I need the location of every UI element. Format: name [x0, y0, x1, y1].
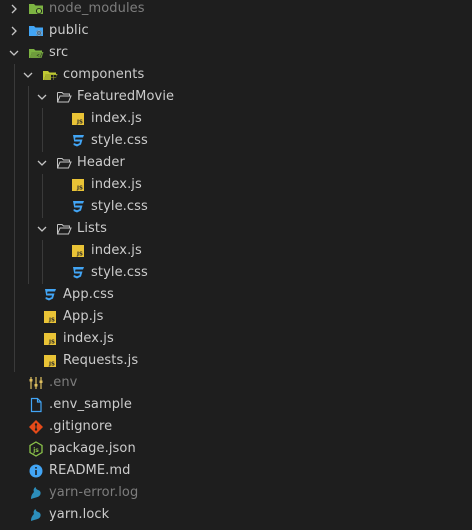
chevron-right-icon[interactable]	[9, 26, 19, 36]
js-file-icon: JS	[70, 177, 86, 193]
file-item-app-css[interactable]: App.css	[0, 284, 472, 306]
item-label: Lists	[77, 221, 107, 236]
chevron-down-icon[interactable]	[23, 70, 33, 80]
folder-item-lists[interactable]: Lists	[0, 218, 472, 240]
item-label: style.css	[91, 133, 148, 148]
item-label: App.js	[63, 309, 104, 324]
folder-item-header[interactable]: Header	[0, 152, 472, 174]
file-item-readme-md[interactable]: README.md	[0, 460, 472, 482]
item-label: FeaturedMovie	[77, 89, 175, 104]
info-icon	[28, 463, 44, 479]
folder-open-icon	[56, 221, 72, 237]
file-item-index-js[interactable]: JS index.js	[0, 108, 472, 130]
item-label: index.js	[63, 331, 114, 346]
file-item-style-css[interactable]: style.css	[0, 262, 472, 284]
nodejs-icon: js	[28, 441, 44, 457]
src-folder-icon: </>	[28, 45, 44, 61]
file-item-yarn-lock[interactable]: yarn.lock	[0, 504, 472, 526]
file-item-style-css[interactable]: style.css	[0, 130, 472, 152]
file-item-env-sample[interactable]: .env_sample	[0, 394, 472, 416]
js-file-icon: JS	[42, 331, 58, 347]
components-folder-icon	[42, 67, 58, 83]
folder-item-featuredmovie[interactable]: FeaturedMovie	[0, 86, 472, 108]
item-label: index.js	[91, 243, 142, 258]
item-label: .env_sample	[49, 397, 132, 412]
file-item-requests-js[interactable]: JS Requests.js	[0, 350, 472, 372]
item-label: .env	[49, 375, 78, 390]
svg-text:js: js	[32, 447, 39, 454]
folder-open-icon	[56, 155, 72, 171]
indent-guide	[42, 108, 43, 152]
yarn-icon	[28, 507, 44, 523]
chevron-down-icon[interactable]	[37, 224, 47, 234]
file-explorer-tree: node_modulespublic </> src components Featur…	[0, 0, 472, 526]
indent-guide	[42, 240, 43, 284]
svg-text:JS: JS	[76, 252, 83, 258]
folder-open-icon	[56, 89, 72, 105]
js-file-icon: JS	[70, 111, 86, 127]
item-label: style.css	[91, 199, 148, 214]
svg-text:</>: </>	[37, 53, 45, 59]
folder-item-node-modules[interactable]: node_modules	[0, 0, 472, 20]
item-label: yarn-error.log	[49, 485, 139, 500]
file-item-app-js[interactable]: JS App.js	[0, 306, 472, 328]
file-item-style-css[interactable]: style.css	[0, 196, 472, 218]
chevron-right-icon[interactable]	[9, 4, 19, 14]
file-item-gitignore[interactable]: .gitignore	[0, 416, 472, 438]
css-file-icon	[70, 133, 86, 149]
file-item-index-js[interactable]: JS index.js	[0, 174, 472, 196]
chevron-down-icon[interactable]	[9, 48, 19, 58]
svg-text:JS: JS	[48, 318, 55, 324]
svg-text:JS: JS	[76, 120, 83, 126]
yarn-icon	[28, 485, 44, 501]
public-folder-icon	[28, 23, 44, 39]
node-folder-icon	[28, 1, 44, 17]
folder-item-components[interactable]: components	[0, 64, 472, 86]
chevron-down-icon[interactable]	[37, 92, 47, 102]
file-item-env[interactable]: .env	[0, 372, 472, 394]
indent-guide	[28, 86, 29, 284]
item-label: package.json	[49, 441, 136, 456]
item-label: public	[49, 23, 89, 38]
indent-guide	[14, 64, 15, 372]
item-label: .gitignore	[49, 419, 113, 434]
item-label: index.js	[91, 111, 142, 126]
item-label: style.css	[91, 265, 148, 280]
item-label: src	[49, 45, 69, 60]
js-file-icon: JS	[42, 309, 58, 325]
env-file-icon	[28, 375, 44, 391]
svg-text:JS: JS	[76, 186, 83, 192]
file-item-index-js[interactable]: JS index.js	[0, 240, 472, 262]
file-item-yarn-error-log[interactable]: yarn-error.log	[0, 482, 472, 504]
file-icon	[28, 397, 44, 413]
js-file-icon: JS	[42, 353, 58, 369]
js-file-icon: JS	[70, 243, 86, 259]
css-file-icon	[70, 199, 86, 215]
item-label: components	[63, 67, 145, 82]
svg-text:JS: JS	[48, 340, 55, 346]
folder-item-public[interactable]: public	[0, 20, 472, 42]
git-icon	[28, 419, 44, 435]
css-file-icon	[70, 265, 86, 281]
item-label: Header	[77, 155, 125, 170]
item-label: Requests.js	[63, 353, 139, 368]
item-label: node_modules	[49, 1, 145, 16]
svg-text:JS: JS	[48, 362, 55, 368]
item-label: App.css	[63, 287, 114, 302]
item-label: yarn.lock	[49, 507, 110, 522]
file-item-index-js[interactable]: JS index.js	[0, 328, 472, 350]
item-label: index.js	[91, 177, 142, 192]
indent-guide	[42, 174, 43, 218]
css-file-icon	[42, 287, 58, 303]
file-item-package-json[interactable]: js package.json	[0, 438, 472, 460]
item-label: README.md	[49, 463, 131, 478]
chevron-down-icon[interactable]	[37, 158, 47, 168]
folder-item-src[interactable]: </> src	[0, 42, 472, 64]
